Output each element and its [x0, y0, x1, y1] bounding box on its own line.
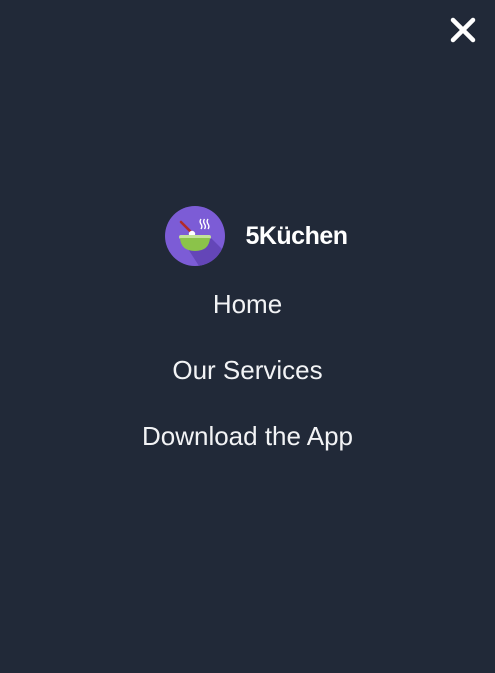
brand-name: 5Küchen: [245, 221, 348, 250]
nav-menu: 5Küchen Home Our Services Download the A…: [0, 205, 495, 452]
bowl-logo-icon: [165, 206, 226, 266]
nav-item-home[interactable]: Home: [213, 288, 282, 320]
brand[interactable]: 5Küchen: [165, 205, 348, 267]
nav-item-download-the-app[interactable]: Download the App: [142, 420, 353, 452]
close-icon[interactable]: [447, 14, 479, 46]
nav-item-our-services[interactable]: Our Services: [172, 354, 322, 386]
